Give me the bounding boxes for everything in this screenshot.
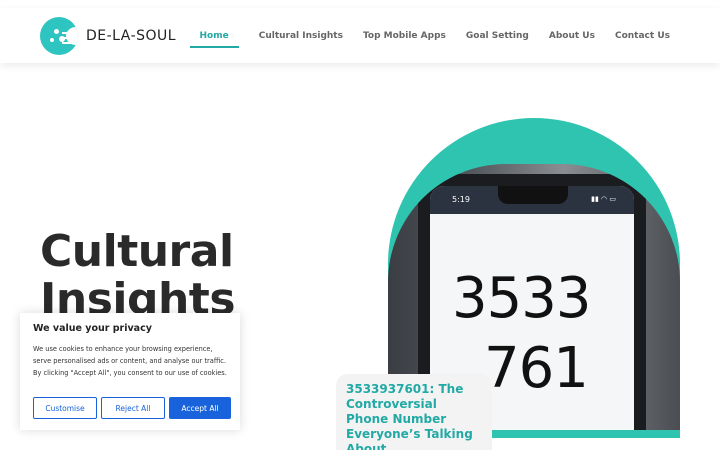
cookie-consent-banner: We value your privacy We use cookies to … bbox=[20, 313, 240, 430]
nav-item-contact-us[interactable]: Contact Us bbox=[615, 26, 670, 48]
reject-all-button[interactable]: Reject All bbox=[101, 397, 165, 419]
page: DE-LA-SOUL Home Cultural Insights Top Mo… bbox=[0, 0, 720, 450]
circle-swoosh-logo-icon bbox=[40, 17, 78, 55]
phone-status-icons: ▮▮ ◠ ▭ bbox=[591, 195, 616, 203]
cookie-button-group: Customise Reject All Accept All bbox=[33, 397, 231, 419]
phone-time: 5:19 bbox=[452, 195, 470, 204]
main-nav: Home Cultural Insights Top Mobile Apps G… bbox=[189, 26, 670, 48]
nav-item-home[interactable]: Home bbox=[189, 26, 239, 48]
nav-item-about-us[interactable]: About Us bbox=[549, 26, 595, 48]
hero-title: Cultural Insights bbox=[40, 226, 236, 325]
site-logo[interactable]: DE-LA-SOUL bbox=[40, 17, 176, 55]
phone-notch bbox=[498, 186, 568, 204]
nav-item-cultural-insights[interactable]: Cultural Insights bbox=[259, 26, 343, 48]
accept-all-button[interactable]: Accept All bbox=[169, 397, 231, 419]
cookie-title: We value your privacy bbox=[33, 323, 152, 334]
site-name: DE-LA-SOUL bbox=[86, 28, 177, 44]
featured-post-card[interactable]: 3533937601: The Controversial Phone Numb… bbox=[336, 374, 492, 450]
phone-digits-line2: 761 bbox=[484, 336, 589, 401]
cookie-text: We use cookies to enhance your browsing … bbox=[33, 345, 227, 377]
nav-item-goal-setting[interactable]: Goal Setting bbox=[466, 26, 529, 48]
phone-digits-line1: 3533 bbox=[452, 266, 592, 331]
featured-post-title[interactable]: 3533937601: The Controversial Phone Numb… bbox=[346, 382, 482, 450]
nav-item-top-mobile-apps[interactable]: Top Mobile Apps bbox=[363, 26, 446, 48]
site-header: DE-LA-SOUL Home Cultural Insights Top Mo… bbox=[0, 8, 720, 63]
customise-button[interactable]: Customise bbox=[33, 397, 97, 419]
